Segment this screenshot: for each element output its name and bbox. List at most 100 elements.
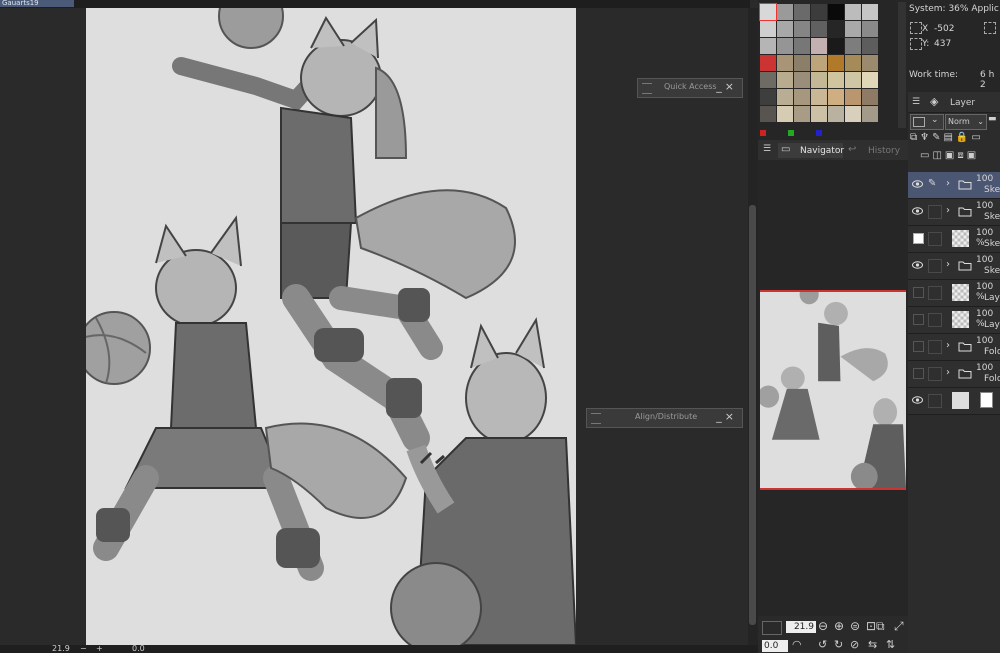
chevron-right-icon[interactable]: › [946, 367, 950, 378]
fit-screen-icon[interactable]: ⊡ [866, 619, 876, 633]
color-swatch[interactable] [845, 89, 861, 105]
color-swatch[interactable] [794, 38, 810, 54]
blend-mode-select[interactable]: Norm ⌄ [945, 114, 987, 130]
visibility-checkbox[interactable] [913, 368, 924, 379]
opacity-slider[interactable]: ▬ [988, 114, 1000, 128]
color-swatch[interactable] [811, 72, 827, 88]
quick-access-palette[interactable]: Quick Access _× [637, 78, 743, 98]
color-swatch[interactable] [794, 4, 810, 20]
color-set-panel[interactable] [758, 0, 908, 140]
edit-toggle[interactable] [928, 205, 942, 219]
chevron-right-icon[interactable]: › [946, 340, 950, 351]
reset-rotation-icon[interactable]: ⊘ [850, 638, 859, 651]
close-icon[interactable]: × [725, 410, 737, 423]
visibility-checkbox[interactable] [913, 314, 924, 325]
tab-layer[interactable]: Layer [950, 98, 975, 108]
color-set-scrollbar[interactable] [898, 2, 906, 128]
tab-history[interactable]: ↩ History [846, 143, 901, 158]
chevron-right-icon[interactable]: › [946, 178, 950, 189]
menu-icon[interactable]: ☰ [763, 144, 771, 154]
layer-row[interactable]: 100 %Layer [908, 307, 1000, 334]
fit-width-icon[interactable]: ⧉ [876, 619, 885, 634]
color-swatch[interactable] [794, 21, 810, 37]
zoom-in-button[interactable]: + [96, 645, 103, 653]
rotate-right-icon[interactable]: ↻ [834, 638, 843, 651]
color-swatch[interactable] [811, 106, 827, 122]
color-swatch[interactable] [777, 55, 793, 71]
color-swatch[interactable] [845, 106, 861, 122]
color-swatch[interactable] [845, 55, 861, 71]
color-swatch[interactable] [862, 89, 878, 105]
layer-row[interactable]: 100 %Sketc [908, 226, 1000, 253]
color-swatch[interactable] [862, 21, 878, 37]
layer-row[interactable]: › 100 Ske [908, 199, 1000, 226]
navigator-fit-icon[interactable] [762, 621, 782, 635]
color-swatch[interactable] [794, 106, 810, 122]
color-swatch[interactable] [760, 89, 776, 105]
color-swatch[interactable] [760, 55, 776, 71]
layer-row[interactable]: › 100 Fold [908, 361, 1000, 388]
color-swatch[interactable] [777, 72, 793, 88]
zoom-in-icon[interactable]: ⊕ [834, 619, 844, 633]
layer-row[interactable]: › 100 Ske [908, 253, 1000, 280]
layer-create-toolbar[interactable]: ▭◫▣⧈▣ [920, 150, 1000, 164]
color-swatch[interactable] [794, 89, 810, 105]
edit-toggle[interactable] [928, 232, 942, 246]
layer-row[interactable]: ✎ › 100 Ske [908, 172, 1000, 199]
eye-icon[interactable] [912, 396, 923, 404]
color-swatch[interactable] [828, 21, 844, 37]
status-zoom[interactable]: 21.9 [52, 645, 70, 653]
color-swatch[interactable] [862, 55, 878, 71]
color-swatch[interactable] [811, 89, 827, 105]
color-swatch[interactable] [845, 72, 861, 88]
visibility-checkbox[interactable] [913, 233, 924, 244]
edit-toggle[interactable] [928, 313, 942, 327]
edit-toggle[interactable] [928, 367, 942, 381]
navigator-preview[interactable] [760, 290, 906, 490]
color-swatch[interactable] [794, 72, 810, 88]
rotate-left-icon[interactable]: ↺ [818, 638, 827, 651]
chevron-right-icon[interactable]: › [946, 205, 950, 216]
color-swatch[interactable] [828, 38, 844, 54]
chevron-right-icon[interactable]: › [946, 259, 950, 270]
status-rotation[interactable]: 0.0 [132, 645, 145, 653]
tab-navigator[interactable]: ▭ Navigator [778, 143, 844, 158]
flip-horizontal-icon[interactable]: ⇆ [868, 638, 877, 651]
color-swatch[interactable] [794, 55, 810, 71]
color-swatch[interactable] [828, 4, 844, 20]
eye-icon[interactable] [912, 180, 923, 188]
rotate-slider[interactable]: ◠ [792, 638, 802, 651]
color-swatch[interactable] [777, 89, 793, 105]
actual-size-icon[interactable]: ⊜ [850, 619, 860, 633]
eye-icon[interactable] [912, 207, 923, 215]
edit-toggle[interactable] [928, 259, 942, 273]
color-swatch[interactable] [828, 55, 844, 71]
layer-lock-toolbar[interactable]: ⧉♆✎▤🔒▭ [910, 132, 1000, 146]
color-swatch[interactable] [845, 21, 861, 37]
flip-icon[interactable]: ⤢ [894, 619, 904, 634]
pen-icon[interactable]: ✎ [928, 178, 940, 190]
zoom-out-icon[interactable]: ⊖ [818, 619, 828, 633]
minimize-icon[interactable]: _ [716, 410, 725, 423]
document-tab[interactable]: Gauarts19 [0, 0, 74, 7]
color-swatch[interactable] [777, 21, 793, 37]
layer-panel[interactable]: ☰ ◈ Layer ⌄ Norm ⌄ ▬ ⧉♆✎▤🔒▭ ▭◫▣⧈▣ ✎ › 100 Sk… [908, 92, 1000, 653]
minimize-icon[interactable]: _ [716, 80, 725, 93]
edit-toggle[interactable] [928, 340, 942, 354]
eye-icon[interactable] [912, 261, 923, 269]
color-swatch[interactable] [828, 89, 844, 105]
color-swatch[interactable] [845, 38, 861, 54]
edit-toggle[interactable] [928, 286, 942, 300]
color-swatch[interactable] [862, 38, 878, 54]
color-swatch[interactable] [862, 72, 878, 88]
zoom-out-button[interactable]: − [80, 645, 87, 653]
color-swatch[interactable] [811, 38, 827, 54]
palette-grip-icon[interactable] [642, 83, 652, 94]
layer-row[interactable]: › 100 Fold [908, 334, 1000, 361]
layer-row[interactable] [908, 388, 1000, 415]
menu-icon[interactable]: ☰ [912, 97, 920, 107]
visibility-checkbox[interactable] [913, 287, 924, 298]
layer-color-dropdown[interactable]: ⌄ [910, 114, 944, 130]
palette-grip-icon[interactable] [591, 413, 601, 424]
navigator-zoom-field[interactable]: 21.9 [786, 621, 816, 633]
